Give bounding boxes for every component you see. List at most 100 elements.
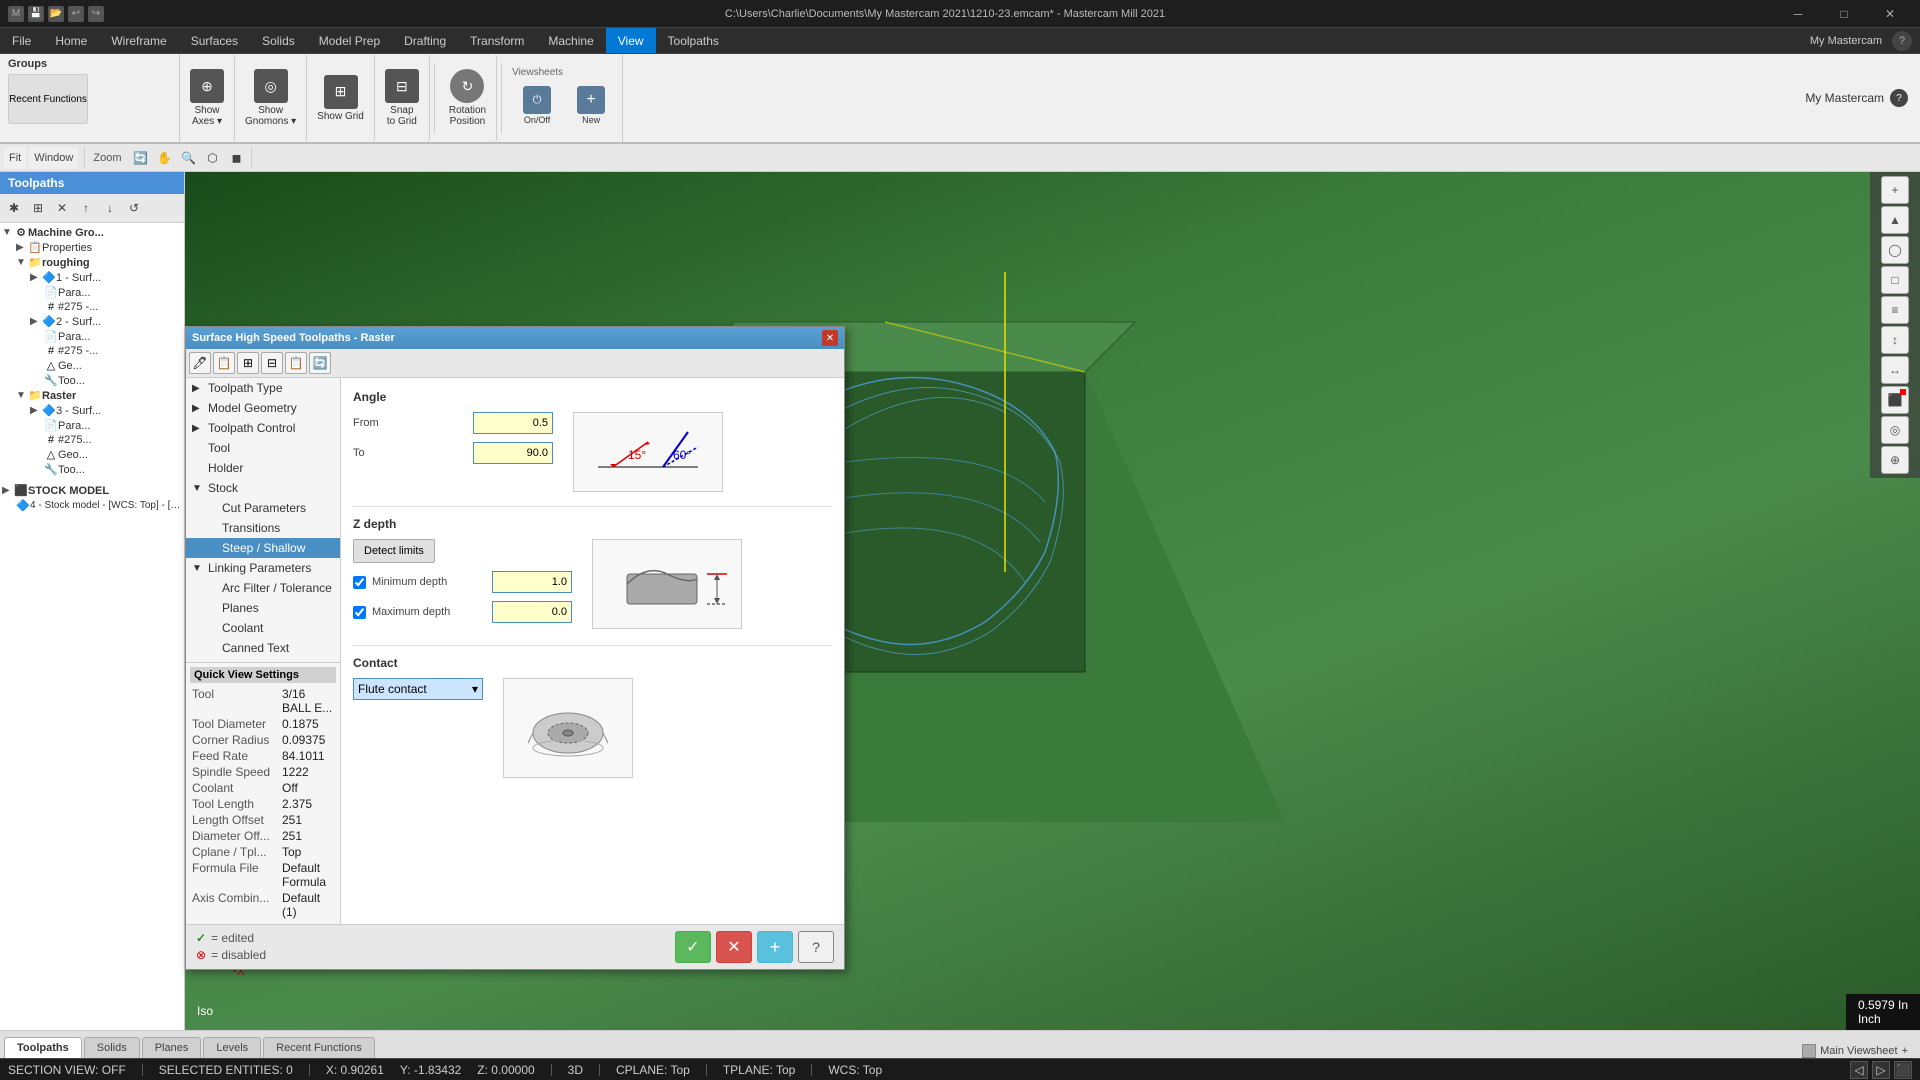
vp-btn1[interactable]: + <box>1881 176 1909 204</box>
snap-to-grid-btn[interactable]: ⊟ Snapto Grid <box>375 54 430 142</box>
tree-275-3[interactable]: # #275... <box>2 433 182 447</box>
dlg-tree-model-geometry[interactable]: ▶ Model Geometry <box>186 398 340 418</box>
new-viewsheet-btn[interactable]: + New <box>566 82 616 129</box>
tree-machine-group[interactable]: ▼ ⚙ Machine Gro... <box>2 225 182 240</box>
tree-roughing[interactable]: ▼ 📁 roughing <box>2 255 182 270</box>
tab-levels[interactable]: Levels <box>203 1037 261 1058</box>
vp-btn2[interactable]: ▲ <box>1881 206 1909 234</box>
dlg-tree-cut-params[interactable]: Cut Parameters <box>186 498 340 518</box>
menu-model-prep[interactable]: Model Prep <box>307 28 392 53</box>
status-btn3[interactable]: ⬛ <box>1894 1061 1912 1079</box>
menu-machine[interactable]: Machine <box>536 28 605 53</box>
tab-solids[interactable]: Solids <box>84 1037 140 1058</box>
tab-planes[interactable]: Planes <box>142 1037 202 1058</box>
tree-tool-3[interactable]: 🔧 Too... <box>2 462 182 477</box>
dialog-titlebar[interactable]: Surface High Speed Toolpaths - Raster ✕ <box>186 327 844 349</box>
from-input[interactable] <box>473 412 553 434</box>
dlg-tree-transitions[interactable]: Transitions <box>186 518 340 538</box>
menu-surfaces[interactable]: Surfaces <box>179 28 250 53</box>
menu-toolpaths[interactable]: Toolpaths <box>656 28 731 53</box>
tree-raster[interactable]: ▼ 📁 Raster <box>2 388 182 403</box>
vp-btn9[interactable]: ◎ <box>1881 416 1909 444</box>
vp-btn3[interactable]: ◯ <box>1881 236 1909 264</box>
vp-btn10[interactable]: ⊕ <box>1881 446 1909 474</box>
max-depth-checkbox[interactable] <box>353 606 366 619</box>
wire-icon[interactable]: ⬡ <box>201 147 223 169</box>
dialog-close-btn[interactable]: ✕ <box>822 330 838 346</box>
dlg-tree-coolant[interactable]: Coolant <box>186 618 340 638</box>
tree-geom-3[interactable]: △ Geo... <box>2 447 182 462</box>
dlg-tb-btn6[interactable]: 🔄 <box>309 352 331 374</box>
min-depth-checkbox[interactable] <box>353 576 366 589</box>
fit-btn[interactable]: Fit <box>4 147 26 169</box>
main-viewsheet-label[interactable]: Main Viewsheet <box>1820 1045 1897 1057</box>
undo-icon[interactable]: ↩ <box>68 6 84 22</box>
redo-icon[interactable]: ↪ <box>88 6 104 22</box>
detect-limits-btn[interactable]: Detect limits <box>353 539 435 563</box>
dlg-tree-canned-text[interactable]: Canned Text <box>186 638 340 658</box>
on-off-btn[interactable]: ⏻ On/Off <box>512 82 562 129</box>
tree-geom-2[interactable]: △ Ge... <box>2 358 182 373</box>
plus-viewsheet[interactable]: + <box>1902 1045 1908 1057</box>
to-input[interactable] <box>473 442 553 464</box>
open-icon[interactable]: 📂 <box>48 6 64 22</box>
dlg-tree-toolpath-control[interactable]: ▶ Toolpath Control <box>186 418 340 438</box>
tree-275-1[interactable]: # #275 -... <box>2 300 182 314</box>
tree-stock-sub[interactable]: 🔷 4 - Stock model - [WCS: Top] - [Tplane… <box>2 498 182 513</box>
dlg-tb-btn4[interactable]: ⊟ <box>261 352 283 374</box>
tree-surf-2[interactable]: ▶ 🔷 2 - Surf... <box>2 314 182 329</box>
rotate-icon[interactable]: 🔄 <box>129 147 151 169</box>
shade-icon[interactable]: ◼ <box>225 147 247 169</box>
tree-stock-model[interactable]: ▶ ⬛ STOCK MODEL <box>2 483 182 498</box>
vp-btn4[interactable]: □ <box>1881 266 1909 294</box>
contact-selected[interactable]: Flute contact ▾ <box>353 678 483 700</box>
dlg-tb-btn3[interactable]: ⊞ <box>237 352 259 374</box>
vp-btn6[interactable]: ↕ <box>1881 326 1909 354</box>
tp-btn5[interactable]: ↓ <box>99 197 121 219</box>
tab-recent-functions[interactable]: Recent Functions <box>263 1037 375 1058</box>
help-icon-ribbon[interactable]: ? <box>1890 89 1908 107</box>
menu-wireframe[interactable]: Wireframe <box>99 28 178 53</box>
menu-solids[interactable]: Solids <box>250 28 307 53</box>
tree-275-2[interactable]: # #275 -... <box>2 344 182 358</box>
tree-surf-1[interactable]: ▶ 🔷 1 - Surf... <box>2 270 182 285</box>
help-icon[interactable]: ? <box>1892 31 1912 51</box>
rotation-position-btn[interactable]: ↻ RotationPosition <box>439 54 497 142</box>
menu-transform[interactable]: Transform <box>458 28 536 53</box>
maximize-button[interactable]: □ <box>1822 0 1866 28</box>
vp-btn7[interactable]: ↔ <box>1881 356 1909 384</box>
dlg-tree-holder[interactable]: Holder <box>186 458 340 478</box>
dlg-tree-arc-filter[interactable]: Arc Filter / Tolerance <box>186 578 340 598</box>
tree-param-1[interactable]: 📄 Para... <box>2 285 182 300</box>
tree-tool-2[interactable]: 🔧 Too... <box>2 373 182 388</box>
vp-btn5[interactable]: ≡ <box>1881 296 1909 324</box>
dlg-tree-linking[interactable]: ▼ Linking Parameters <box>186 558 340 578</box>
tab-toolpaths[interactable]: Toolpaths <box>4 1037 82 1058</box>
dlg-tb-btn2[interactable]: 📋 <box>213 352 235 374</box>
dlg-tree-steep-shallow[interactable]: Steep / Shallow <box>186 538 340 558</box>
window-btn[interactable]: Window <box>29 147 78 169</box>
tp-btn2[interactable]: ⊞ <box>27 197 49 219</box>
vp-btn-red[interactable]: ⬛ <box>1881 386 1909 414</box>
tp-btn4[interactable]: ↑ <box>75 197 97 219</box>
dlg-tree-stock[interactable]: ▼ Stock <box>186 478 340 498</box>
show-axes-btn[interactable]: ⊕ ShowAxes ▾ <box>180 54 235 142</box>
add-btn[interactable]: + <box>757 931 793 963</box>
dlg-tb-btn5[interactable]: 📋 <box>285 352 307 374</box>
menu-view[interactable]: View <box>606 28 656 53</box>
tp-btn3[interactable]: ✕ <box>51 197 73 219</box>
show-gnomons-btn[interactable]: ◎ ShowGnomons ▾ <box>235 54 307 142</box>
dlg-tree-planes[interactable]: Planes <box>186 598 340 618</box>
min-depth-input[interactable] <box>492 571 572 593</box>
dlg-tb-btn1[interactable]: 🖊 <box>189 352 211 374</box>
show-grid-btn[interactable]: ⊞ Show Grid <box>307 54 375 142</box>
help-dlg-btn[interactable]: ? <box>798 931 834 963</box>
tree-surf-3[interactable]: ▶ 🔷 3 - Surf... <box>2 403 182 418</box>
minimize-button[interactable]: ─ <box>1776 0 1820 28</box>
pan-icon[interactable]: ✋ <box>153 147 175 169</box>
menu-file[interactable]: File <box>0 28 43 53</box>
tree-param-3[interactable]: 📄 Para... <box>2 418 182 433</box>
max-depth-input[interactable] <box>492 601 572 623</box>
save-icon[interactable]: 💾 <box>28 6 44 22</box>
zoom-in-icon[interactable]: 🔍 <box>177 147 199 169</box>
